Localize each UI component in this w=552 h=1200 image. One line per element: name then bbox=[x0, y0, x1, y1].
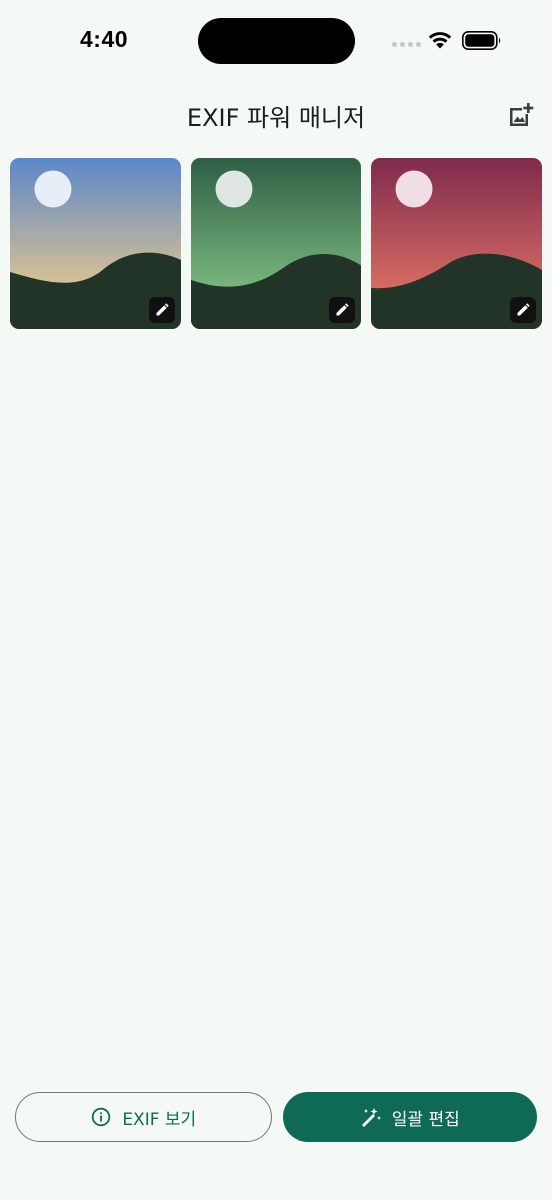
pencil-icon bbox=[517, 303, 530, 316]
photo-tile[interactable] bbox=[10, 158, 181, 329]
status-bar: 4:40 bbox=[0, 0, 552, 84]
batch-edit-label: 일괄 편집 bbox=[391, 1109, 460, 1130]
view-exif-button[interactable]: EXIF 보기 bbox=[15, 1092, 272, 1142]
info-icon bbox=[90, 1106, 112, 1128]
magic-wand-icon bbox=[360, 1106, 382, 1128]
wifi-icon bbox=[428, 32, 452, 49]
add-photo-icon bbox=[510, 103, 534, 126]
pencil-icon bbox=[156, 303, 169, 316]
app-screen: 4:40 EXIF 파워 매니저 EXIF 보기 일괄 편집 bbox=[0, 0, 552, 1200]
app-title: EXIF 파워 매니저 bbox=[186, 104, 366, 132]
batch-edit-button[interactable]: 일괄 편집 bbox=[282, 1092, 537, 1142]
photo-grid bbox=[10, 158, 543, 329]
edit-photo-button[interactable] bbox=[510, 297, 537, 323]
dynamic-island bbox=[198, 18, 355, 64]
pencil-icon bbox=[336, 303, 350, 316]
bottom-action-bar: EXIF 보기 일괄 편집 bbox=[15, 1092, 537, 1142]
status-time: 4:40 bbox=[80, 26, 129, 52]
add-photo-button[interactable] bbox=[504, 98, 538, 132]
view-exif-label: EXIF 보기 bbox=[122, 1109, 197, 1130]
battery-icon bbox=[462, 31, 501, 50]
photo-tile[interactable] bbox=[190, 158, 362, 329]
photo-tile[interactable] bbox=[371, 158, 543, 329]
cellular-signal-icon bbox=[392, 42, 421, 47]
edit-photo-button[interactable] bbox=[329, 297, 356, 323]
edit-photo-button[interactable] bbox=[148, 297, 175, 323]
app-bar: EXIF 파워 매니저 bbox=[0, 84, 552, 144]
